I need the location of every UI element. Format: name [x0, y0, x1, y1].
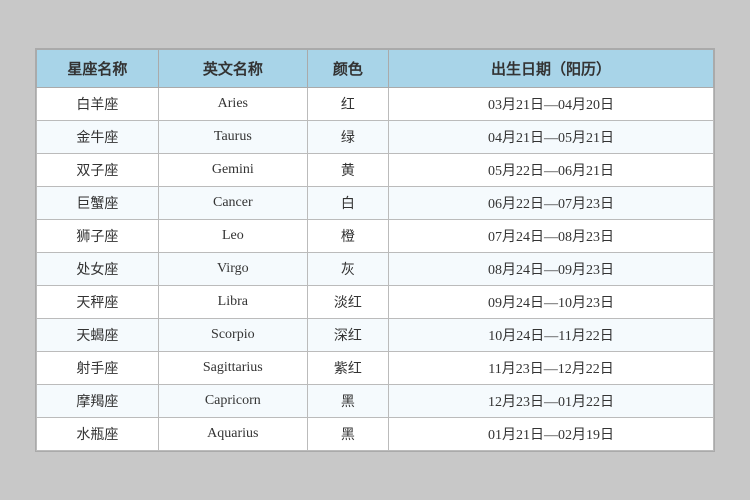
cell-color: 绿 [307, 121, 388, 154]
cell-english: Capricorn [158, 385, 307, 418]
cell-date: 05月22日—06月21日 [389, 154, 714, 187]
zodiac-table-container: 星座名称 英文名称 颜色 出生日期（阳历） 白羊座Aries红03月21日—04… [35, 48, 715, 452]
cell-color: 橙 [307, 220, 388, 253]
cell-english: Libra [158, 286, 307, 319]
header-date: 出生日期（阳历） [389, 50, 714, 88]
cell-chinese: 天蝎座 [37, 319, 159, 352]
cell-chinese: 处女座 [37, 253, 159, 286]
cell-chinese: 金牛座 [37, 121, 159, 154]
cell-date: 08月24日—09月23日 [389, 253, 714, 286]
zodiac-table: 星座名称 英文名称 颜色 出生日期（阳历） 白羊座Aries红03月21日—04… [36, 49, 714, 451]
cell-color: 红 [307, 88, 388, 121]
cell-color: 白 [307, 187, 388, 220]
cell-english: Aries [158, 88, 307, 121]
table-row: 巨蟹座Cancer白06月22日—07月23日 [37, 187, 714, 220]
table-row: 白羊座Aries红03月21日—04月20日 [37, 88, 714, 121]
table-row: 处女座Virgo灰08月24日—09月23日 [37, 253, 714, 286]
table-row: 摩羯座Capricorn黑12月23日—01月22日 [37, 385, 714, 418]
cell-color: 淡红 [307, 286, 388, 319]
table-header-row: 星座名称 英文名称 颜色 出生日期（阳历） [37, 50, 714, 88]
header-color: 颜色 [307, 50, 388, 88]
table-row: 天蝎座Scorpio深红10月24日—11月22日 [37, 319, 714, 352]
header-chinese: 星座名称 [37, 50, 159, 88]
cell-chinese: 巨蟹座 [37, 187, 159, 220]
cell-date: 10月24日—11月22日 [389, 319, 714, 352]
cell-english: Virgo [158, 253, 307, 286]
cell-date: 11月23日—12月22日 [389, 352, 714, 385]
cell-chinese: 水瓶座 [37, 418, 159, 451]
table-body: 白羊座Aries红03月21日—04月20日金牛座Taurus绿04月21日—0… [37, 88, 714, 451]
cell-color: 灰 [307, 253, 388, 286]
table-row: 天秤座Libra淡红09月24日—10月23日 [37, 286, 714, 319]
cell-color: 深红 [307, 319, 388, 352]
cell-color: 黑 [307, 385, 388, 418]
cell-chinese: 天秤座 [37, 286, 159, 319]
cell-chinese: 摩羯座 [37, 385, 159, 418]
cell-date: 09月24日—10月23日 [389, 286, 714, 319]
cell-date: 07月24日—08月23日 [389, 220, 714, 253]
cell-chinese: 白羊座 [37, 88, 159, 121]
cell-date: 12月23日—01月22日 [389, 385, 714, 418]
cell-date: 06月22日—07月23日 [389, 187, 714, 220]
table-row: 双子座Gemini黄05月22日—06月21日 [37, 154, 714, 187]
cell-color: 黄 [307, 154, 388, 187]
cell-english: Gemini [158, 154, 307, 187]
header-english: 英文名称 [158, 50, 307, 88]
table-row: 水瓶座Aquarius黑01月21日—02月19日 [37, 418, 714, 451]
table-row: 狮子座Leo橙07月24日—08月23日 [37, 220, 714, 253]
cell-english: Taurus [158, 121, 307, 154]
cell-color: 紫红 [307, 352, 388, 385]
table-row: 射手座Sagittarius紫红11月23日—12月22日 [37, 352, 714, 385]
cell-date: 03月21日—04月20日 [389, 88, 714, 121]
cell-english: Sagittarius [158, 352, 307, 385]
cell-date: 01月21日—02月19日 [389, 418, 714, 451]
cell-english: Scorpio [158, 319, 307, 352]
table-row: 金牛座Taurus绿04月21日—05月21日 [37, 121, 714, 154]
cell-english: Leo [158, 220, 307, 253]
cell-color: 黑 [307, 418, 388, 451]
cell-chinese: 狮子座 [37, 220, 159, 253]
cell-english: Cancer [158, 187, 307, 220]
cell-date: 04月21日—05月21日 [389, 121, 714, 154]
cell-chinese: 双子座 [37, 154, 159, 187]
cell-english: Aquarius [158, 418, 307, 451]
cell-chinese: 射手座 [37, 352, 159, 385]
